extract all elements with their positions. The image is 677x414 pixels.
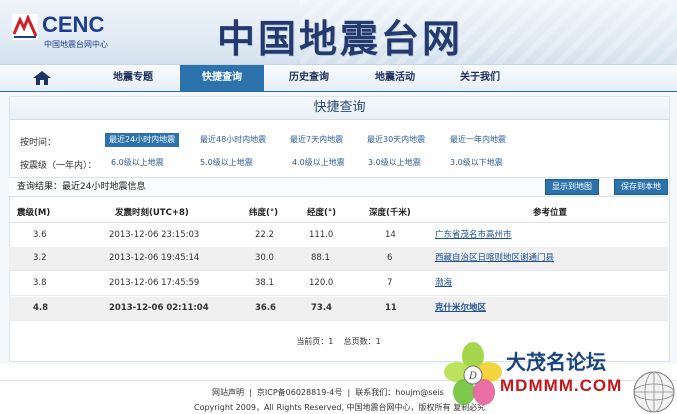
nav-item-quick-query[interactable]: 快捷查询 [180,65,264,91]
cell-depth: 7 [387,278,393,288]
footer-links: 网站声明 | 京ICP备06028819-4号 | 联系我们：houjm@sei… [212,387,444,398]
main-nav: 地震专题 快捷查询 历史查询 地震活动 关于我们 [0,64,677,93]
time-filter-label: 按时间： [20,138,57,148]
cell-depth: 14 [385,230,396,240]
filter-last-48h[interactable]: 最近48小时内地震 [196,133,270,147]
footer-separator: | [249,388,252,397]
col-header-mag: 震级(M) [17,208,51,218]
col-header-depth: 深度(千米) [369,208,411,218]
watermark-top-text: 大茂名论坛 [506,350,606,374]
cell-lat: 38.1 [255,278,274,288]
watermark: D 大茂名论坛 MDMMM.COM [444,340,677,413]
logo-subtitle: 中国地震台网中心 [44,40,108,49]
cell-place-link[interactable]: 渤海 [435,272,452,295]
watermark-bottom-text: MDMMM.COM [500,376,623,395]
cell-lon: 111.0 [309,230,334,240]
cell-depth: 6 [387,253,393,263]
flower-icon: D [444,342,502,405]
filter-mag-3-above[interactable]: 3.0级以上地震 [364,156,425,170]
cell-time: 2013-12-06 02:11:04 [109,303,209,313]
table-row: 3.8 2013-12-06 17:45:59 38.1 120.0 7 渤海 [9,272,668,296]
logo-text[interactable]: CENC [42,12,104,38]
filter-last-7d[interactable]: 最近7天内地震 [286,133,347,147]
cell-time: 2013-12-06 23:15:03 [109,230,200,240]
table-row: 3.6 2013-12-06 23:15:03 22.2 111.0 14 广东… [9,224,668,248]
cell-mag: 4.8 [33,303,49,313]
cell-lon: 120.0 [309,278,334,288]
cell-depth: 11 [385,303,397,313]
site-header: CENC 中国地震台网中心 中国地震台网 [0,0,677,64]
filter-mag-3-below[interactable]: 3.0级以下地震 [446,156,507,170]
footer-statement-link[interactable]: 网站声明 [212,388,244,397]
show-on-map-button[interactable]: 显示到地图 [545,179,599,195]
cell-lon: 88.1 [311,253,330,263]
cell-lat: 22.2 [255,230,274,240]
svg-text:D: D [468,371,477,382]
filter-mag-6[interactable]: 6.0级以上地震 [107,156,168,170]
table-header: 震级(M) 发震时刻(UTC+8) 纬度(°) 经度(°) 深度(千米) 参考位… [9,204,668,223]
cell-lat: 30.0 [255,253,274,263]
nav-item-activity[interactable]: 地震活动 [356,65,434,91]
footer-copyright: Copyright 2009，All Rights Reserved, 中国地震… [194,403,486,412]
cell-time: 2013-12-06 17:45:59 [109,278,200,288]
cell-mag: 3.8 [33,278,47,288]
filter-mag-5[interactable]: 5.0级以上地震 [196,156,257,170]
home-icon[interactable] [32,70,52,86]
save-local-button[interactable]: 保存到本地 [614,179,668,195]
mag-filter-label: 按震级（一年内）： [20,161,97,171]
footer-icp[interactable]: 京ICP备06028819-4号 [257,388,342,397]
pager-total: 总页数：1 [343,337,381,346]
pager-current: 当前页：1 [296,337,334,346]
table-row: 3.2 2013-12-06 19:45:14 30.0 88.1 6 西藏自治… [9,247,668,271]
cell-lat: 36.6 [255,303,276,313]
footer-separator: | [347,388,351,397]
cell-place-link[interactable]: 广东省茂名市高州市 [435,224,512,247]
site-title: 中国地震台网 [217,16,464,61]
cell-place-link[interactable]: 西藏自治区日喀则地区谢通门县 [435,247,554,270]
query-title: 快捷查询 [10,97,669,120]
result-text: 查询结果：最近24小时地震信息 [17,182,146,192]
cell-lon: 73.4 [311,303,332,313]
col-header-place: 参考位置 [533,208,568,218]
cell-mag: 3.6 [33,230,47,240]
nav-item-about[interactable]: 关于我们 [441,65,519,91]
filter-last-year[interactable]: 最近一年内地震 [446,133,510,147]
cenc-logo-icon[interactable] [12,14,38,40]
col-header-lat: 纬度(°) [249,208,279,218]
filter-mag-4[interactable]: 4.0级以上地震 [288,156,349,170]
col-header-lon: 经度(°) [307,208,337,218]
filter-last-24h[interactable]: 最近24小时内地震 [105,133,180,147]
nav-item-history-query[interactable]: 历史查询 [270,65,348,91]
table-row: 4.8 2013-12-06 02:11:04 36.6 73.4 11 克什米… [9,297,668,321]
footer-contact[interactable]: 联系我们：houjm@seis [355,388,444,397]
globe-icon [633,371,675,413]
result-bar: 查询结果：最近24小时地震信息 显示到地图 保存到本地 [9,177,668,197]
filter-last-30d[interactable]: 最近30天内地震 [363,133,429,147]
nav-item-topics[interactable]: 地震专题 [94,65,172,91]
cell-mag: 3.2 [33,253,47,263]
cell-time: 2013-12-06 19:45:14 [109,253,200,263]
cell-place-link[interactable]: 克什米尔地区 [435,297,486,320]
col-header-time: 发震时刻(UTC+8) [115,208,189,218]
